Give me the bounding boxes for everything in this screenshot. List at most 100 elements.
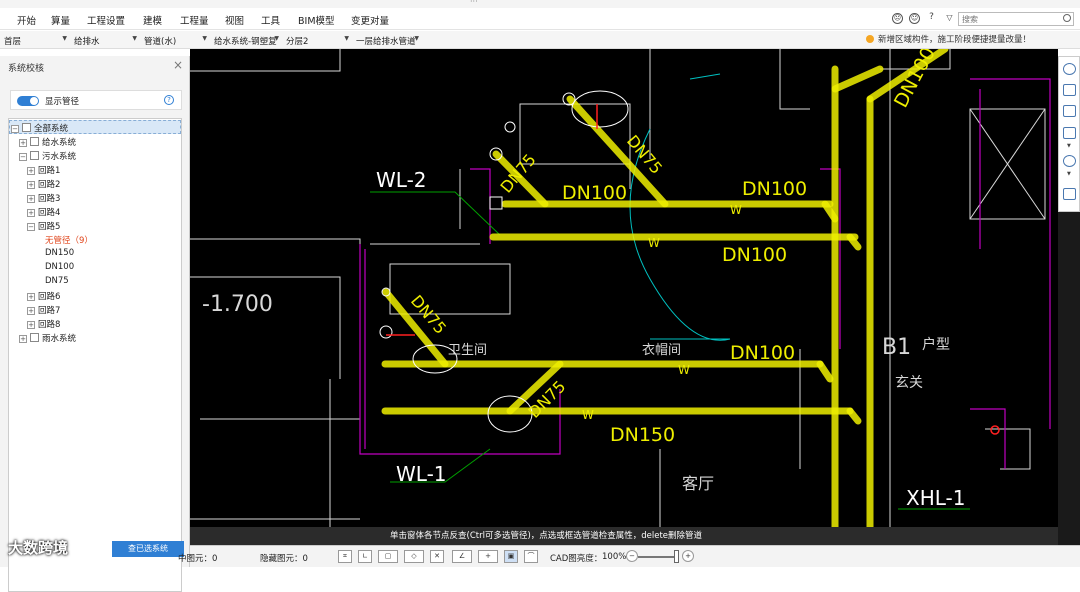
menu-start[interactable]: 开始 — [17, 13, 36, 27]
discipline-select[interactable]: 给排水 ▼ — [72, 33, 138, 47]
label-w-c: W — [678, 363, 690, 377]
tree-node-loop5[interactable]: − 回路5 — [27, 220, 60, 233]
expand-icon[interactable]: + — [27, 209, 35, 217]
tree-node-label: DN75 — [45, 276, 69, 286]
tree-node-loop7[interactable]: + 回路7 — [27, 304, 60, 317]
expand-icon[interactable]: + — [27, 167, 35, 175]
component-type-select-value: 管道(水) — [144, 37, 177, 47]
checkbox[interactable] — [30, 333, 39, 342]
tree-node-label: 给水系统 — [42, 138, 77, 148]
hidden-count: 隐藏图元：0 — [260, 554, 308, 564]
select-mode-icon[interactable]: ▢ — [378, 550, 398, 563]
system-select[interactable]: 给水系统-钢塑复 ▼ — [212, 33, 280, 47]
tree-node-all[interactable]: − 全部系统 — [11, 122, 68, 135]
expand-icon[interactable]: + — [19, 139, 27, 147]
check-selected-systems-button[interactable]: 查已选系统 — [112, 541, 184, 557]
checkbox[interactable] — [30, 137, 39, 146]
search-input[interactable] — [958, 12, 1074, 26]
expand-icon[interactable]: + — [27, 181, 35, 189]
operation-hint: 单击窗体各节点反查(Ctrl可多选管径)，点选或框选管道检查属性，delete删… — [190, 527, 1058, 545]
properties-icon[interactable] — [1063, 188, 1076, 200]
tree-node-loop3[interactable]: + 回路3 — [27, 192, 60, 205]
3d-view-icon[interactable] — [1063, 105, 1076, 117]
display-toggle-icon[interactable]: ▣ — [504, 550, 518, 563]
tree-node-rain[interactable]: + 雨水系统 — [19, 332, 76, 345]
zoom-in-icon[interactable]: + — [682, 550, 694, 562]
show-diameter-toggle[interactable] — [17, 96, 39, 106]
expand-icon[interactable]: + — [27, 321, 35, 329]
layer-select[interactable]: 分层2 ▼ — [284, 33, 350, 47]
view-toolbar: ▼ ▼ — [1058, 56, 1080, 212]
menu-bim-model[interactable]: BIM模型 — [298, 13, 335, 27]
tree-node-dn150[interactable]: DN150 — [45, 248, 74, 261]
tree-node-loop6[interactable]: + 回路6 — [27, 290, 60, 303]
system-check-panel: 系统校核 × 显示管径 ? − 全部系统 + 给水系统 − 污水系统 + 回路1 + 回路… — [0, 56, 190, 592]
checkbox[interactable] — [30, 151, 39, 160]
collapse-icon[interactable]: − — [19, 153, 27, 161]
chevron-down-icon[interactable]: ▼ — [1067, 171, 1071, 177]
pipe-group-select[interactable]: 一层给排水管道 ▼ — [354, 33, 420, 47]
tree-node-dn75[interactable]: DN75 — [45, 276, 69, 289]
close-icon[interactable]: × — [173, 58, 183, 72]
label-cloakroom: 衣帽间 — [642, 342, 681, 358]
menu-modeling[interactable]: 建模 — [143, 13, 162, 27]
chevron-down-icon: ▼ — [414, 35, 419, 42]
2d-view-icon[interactable] — [1063, 84, 1076, 96]
curve-icon[interactable]: ⌒ — [524, 550, 538, 563]
rotate-view-icon[interactable] — [1063, 63, 1076, 75]
label-dn100-c: DN100 — [722, 244, 787, 266]
snap-icon[interactable]: ⌗ — [338, 550, 352, 563]
expand-icon[interactable]: + — [27, 195, 35, 203]
cube-view-icon[interactable] — [1063, 127, 1076, 139]
chevron-down-icon[interactable]: ▼ — [1067, 143, 1071, 149]
menu-change-compare[interactable]: 变更对量 — [351, 13, 389, 27]
layer-icon[interactable]: ◇ — [404, 550, 424, 563]
chevron-down-icon: ▼ — [202, 35, 207, 42]
floor-select[interactable]: 首层 ▼ — [2, 33, 68, 47]
collapse-icon[interactable]: − — [27, 223, 35, 231]
component-type-select[interactable]: 管道(水) ▼ — [142, 33, 208, 47]
notice-banner[interactable]: 新增区域构件，施工阶段便捷提量改量！ — [866, 33, 1031, 45]
tree-node-sewage[interactable]: − 污水系统 — [19, 150, 76, 163]
pipe-group-select-value: 一层给排水管道 — [356, 37, 416, 47]
pipes — [381, 49, 949, 545]
shirt-icon[interactable]: ▽ — [944, 13, 955, 24]
search-icon[interactable] — [1063, 14, 1071, 22]
menu-quantity[interactable]: 工程量 — [180, 13, 209, 27]
angle-icon[interactable]: ∠ — [452, 550, 472, 563]
label-dn100-a: DN100 — [562, 182, 627, 204]
orbit-icon[interactable] — [1063, 155, 1076, 167]
tree-node-loop4[interactable]: + 回路4 — [27, 206, 60, 219]
brightness-slider-thumb[interactable] — [674, 550, 679, 563]
label-bathroom: 卫生间 — [448, 343, 487, 358]
cad-canvas[interactable]: WL-2 WL-1 XHL-1 -1.700 B1 户型 玄关 卫生间 衣帽间 客厅 DN100 DN… — [190, 49, 1058, 545]
zoom-out-icon[interactable]: − — [626, 550, 638, 562]
feedback-icon[interactable]: ☹ — [892, 13, 903, 24]
expand-icon[interactable]: + — [19, 335, 27, 343]
menu-view[interactable]: 视图 — [225, 13, 244, 27]
menu-project-settings[interactable]: 工程设置 — [87, 13, 125, 27]
checkbox[interactable] — [22, 123, 31, 132]
side-scroll-area — [1058, 212, 1080, 545]
tree-node-loop1[interactable]: + 回路1 — [27, 164, 60, 177]
cad-brightness-value: 100% — [602, 552, 627, 562]
tree-node-label: 回路8 — [38, 320, 61, 330]
menu-calc[interactable]: 算量 — [51, 13, 70, 27]
cross-icon[interactable]: ✕ — [430, 550, 444, 563]
tree-node-dn100[interactable]: DN100 — [45, 262, 74, 275]
ortho-icon[interactable]: ∟ — [358, 550, 372, 563]
tree-node-loop2[interactable]: + 回路2 — [27, 178, 60, 191]
collapse-icon[interactable]: − — [11, 125, 19, 133]
tree-node-no-diameter[interactable]: 无管径（9） — [45, 234, 93, 247]
help-icon-top[interactable]: ? — [926, 13, 937, 24]
expand-icon[interactable]: + — [27, 293, 35, 301]
expand-icon[interactable]: + — [27, 307, 35, 315]
menu-tools[interactable]: 工具 — [261, 13, 280, 27]
tree-node-water-supply[interactable]: + 给水系统 — [19, 136, 76, 149]
help-icon[interactable]: ? — [164, 95, 174, 105]
smile-icon[interactable]: ☺ — [909, 13, 920, 24]
tree-node-loop8[interactable]: + 回路8 — [27, 318, 60, 331]
window-title: ··· — [470, 0, 478, 6]
brightness-slider[interactable] — [638, 556, 678, 558]
elevation-icon[interactable]: + — [478, 550, 498, 563]
